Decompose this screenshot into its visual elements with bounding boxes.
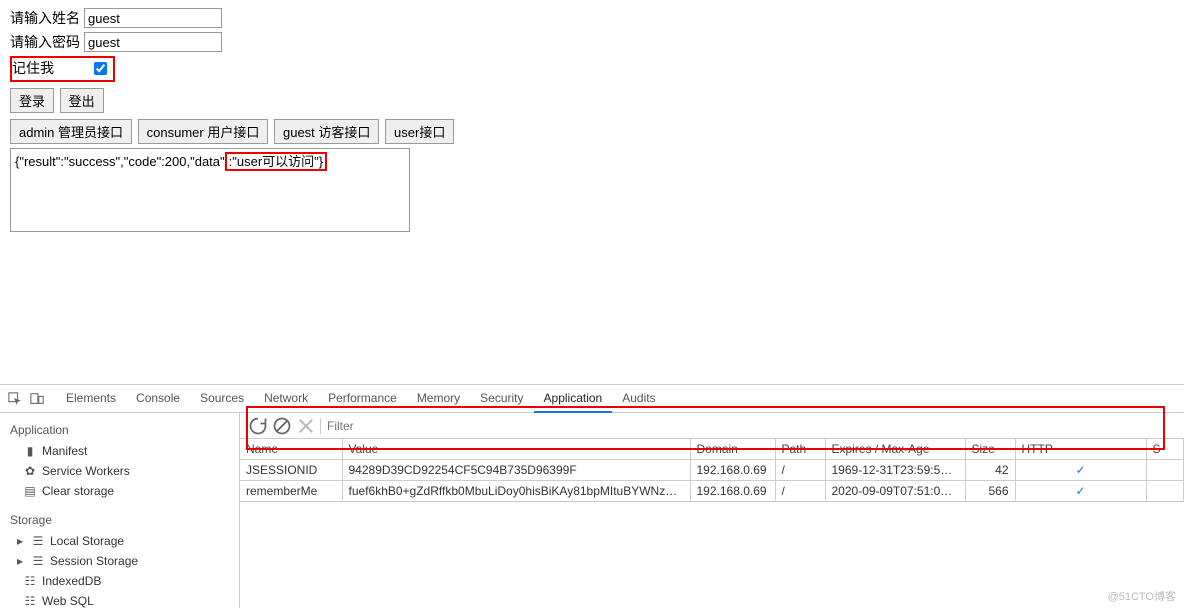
- sidebar-item-session-storage[interactable]: ▸☰Session Storage: [0, 551, 239, 571]
- tab-elements[interactable]: Elements: [56, 385, 126, 413]
- sidebar-item-clear-storage[interactable]: ▤Clear storage: [0, 481, 239, 501]
- user-button[interactable]: user接口: [385, 119, 454, 144]
- cookies-toolbar: [240, 413, 1184, 439]
- database-icon: ▤: [24, 484, 36, 498]
- app-sidebar: Application ▮Manifest ✿Service Workers ▤…: [0, 413, 240, 608]
- tab-memory[interactable]: Memory: [407, 385, 470, 413]
- tab-performance[interactable]: Performance: [318, 385, 407, 413]
- tab-network[interactable]: Network: [254, 385, 318, 413]
- col-http[interactable]: HTTP: [1015, 439, 1146, 460]
- password-input[interactable]: [84, 32, 222, 52]
- refresh-icon[interactable]: [248, 416, 268, 436]
- delete-icon[interactable]: [296, 416, 316, 436]
- remember-highlight: 记住我: [10, 56, 115, 82]
- password-label: 请输入密码: [10, 32, 80, 52]
- web-form: 请输入姓名 请输入密码 记住我 登录 登出 admin 管理员接口 consum…: [0, 0, 1184, 236]
- col-domain[interactable]: Domain: [690, 439, 775, 460]
- col-name[interactable]: Name: [240, 439, 342, 460]
- admin-button[interactable]: admin 管理员接口: [10, 119, 132, 144]
- database-icon: ☷: [24, 574, 36, 588]
- role-buttons: admin 管理员接口 consumer 用户接口 guest 访客接口 use…: [10, 119, 1174, 144]
- tab-audits[interactable]: Audits: [612, 385, 665, 413]
- auth-buttons: 登录 登出: [10, 88, 1174, 113]
- col-path[interactable]: Path: [775, 439, 825, 460]
- cookies-pane: Name Value Domain Path Expires / Max-Age…: [240, 413, 1184, 608]
- username-input[interactable]: [84, 8, 222, 28]
- guest-button[interactable]: guest 访客接口: [274, 119, 379, 144]
- storage-icon: ☰: [32, 554, 44, 568]
- storage-icon: ☰: [32, 534, 44, 548]
- result-box: {"result":"success","code":200,"data":"u…: [10, 148, 410, 232]
- chevron-right-icon: ▸: [14, 534, 26, 548]
- devtools-panel: Elements Console Sources Network Perform…: [0, 384, 1184, 608]
- sidebar-item-indexeddb[interactable]: ☷IndexedDB: [0, 571, 239, 591]
- inspect-icon[interactable]: [4, 388, 26, 410]
- remember-checkbox[interactable]: [94, 62, 107, 75]
- database-icon: ☷: [24, 594, 36, 608]
- devtools-tabs: Elements Console Sources Network Perform…: [56, 385, 666, 413]
- device-icon[interactable]: [26, 388, 48, 410]
- remember-label: 记住我: [12, 58, 54, 78]
- result-text: {"result":"success","code":200,"data": [15, 154, 225, 169]
- sidebar-item-manifest[interactable]: ▮Manifest: [0, 441, 239, 461]
- tab-application[interactable]: Application: [534, 385, 613, 413]
- table-header: Name Value Domain Path Expires / Max-Age…: [240, 439, 1184, 460]
- username-label: 请输入姓名: [10, 8, 80, 28]
- tab-security[interactable]: Security: [470, 385, 533, 413]
- clear-icon[interactable]: [272, 416, 292, 436]
- document-icon: ▮: [24, 444, 36, 458]
- tab-console[interactable]: Console: [126, 385, 190, 413]
- col-value[interactable]: Value: [342, 439, 690, 460]
- tab-sources[interactable]: Sources: [190, 385, 254, 413]
- col-size[interactable]: Size: [965, 439, 1015, 460]
- chevron-right-icon: ▸: [14, 554, 26, 568]
- result-highlight: :"user可以访问"}: [225, 152, 327, 171]
- filter-input[interactable]: [325, 417, 1184, 435]
- watermark: @51CTO博客: [1108, 588, 1176, 604]
- sidebar-group-application: Application: [0, 419, 239, 441]
- sidebar-item-websql[interactable]: ☷Web SQL: [0, 591, 239, 608]
- table-row[interactable]: JSESSIONID 94289D39CD92254CF5C94B735D963…: [240, 460, 1184, 481]
- sidebar-item-service-workers[interactable]: ✿Service Workers: [0, 461, 239, 481]
- sidebar-item-local-storage[interactable]: ▸☰Local Storage: [0, 531, 239, 551]
- logout-button[interactable]: 登出: [60, 88, 104, 113]
- cookies-table: Name Value Domain Path Expires / Max-Age…: [240, 439, 1184, 608]
- devtools-header: Elements Console Sources Network Perform…: [0, 385, 1184, 413]
- sidebar-group-storage: Storage: [0, 509, 239, 531]
- table-row[interactable]: rememberMe fuef6khB0+gZdRffkb0MbuLiDoy0h…: [240, 481, 1184, 502]
- consumer-button[interactable]: consumer 用户接口: [138, 119, 269, 144]
- col-secure[interactable]: S: [1146, 439, 1184, 460]
- gear-icon: ✿: [24, 464, 36, 478]
- login-button[interactable]: 登录: [10, 88, 54, 113]
- col-expires[interactable]: Expires / Max-Age: [825, 439, 965, 460]
